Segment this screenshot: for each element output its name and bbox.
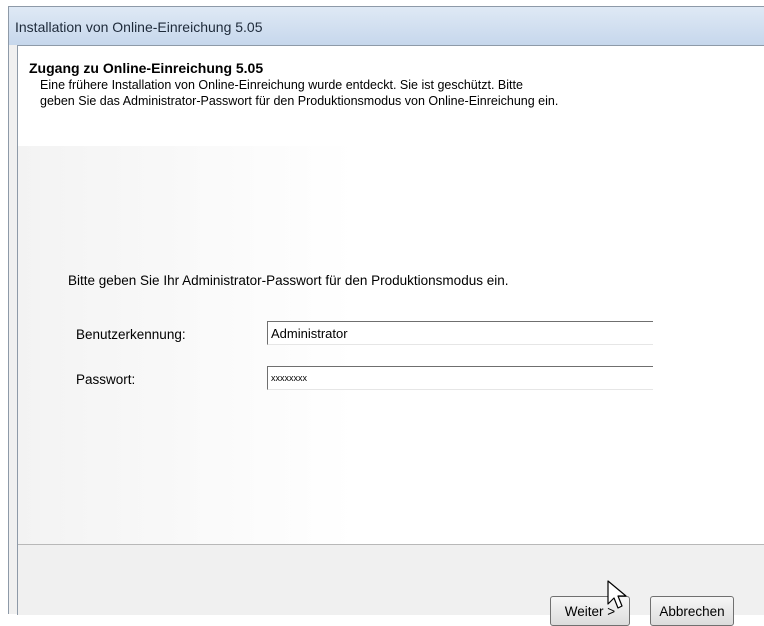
cancel-button[interactable]: Abbrechen: [650, 596, 734, 626]
title-bar[interactable]: Installation von Online-Einreichung 5.05: [9, 7, 764, 45]
page-description: Eine frühere Installation von Online-Ein…: [40, 78, 559, 108]
installer-window: Installation von Online-Einreichung 5.05…: [8, 6, 764, 626]
content-panel: [18, 146, 764, 545]
mouse-cursor-icon: [607, 580, 627, 609]
username-input[interactable]: [267, 321, 653, 345]
username-label: Benutzerkennung:: [76, 327, 186, 342]
page-title: Zugang zu Online-Einreichung 5.05: [29, 60, 264, 76]
window-title: Installation von Online-Einreichung 5.05: [15, 19, 263, 35]
password-label: Passwort:: [76, 372, 136, 387]
header-panel: Zugang zu Online-Einreichung 5.05 Eine f…: [18, 46, 764, 147]
password-input[interactable]: [267, 366, 653, 390]
instruction-text: Bitte geben Sie Ihr Administrator-Passwo…: [68, 273, 509, 288]
dialog-client-area: Zugang zu Online-Einreichung 5.05 Eine f…: [17, 45, 764, 626]
